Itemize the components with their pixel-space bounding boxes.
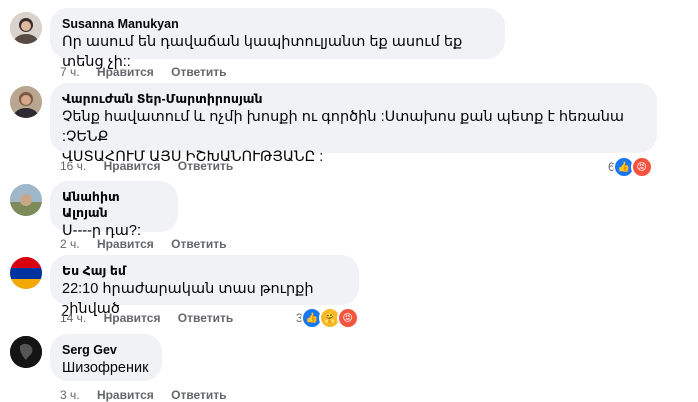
avatar[interactable]	[10, 257, 42, 289]
comment-time[interactable]: 3 ч.	[60, 388, 80, 402]
reply-button[interactable]: Ответить	[171, 237, 226, 251]
comment-author[interactable]: Serg Gev	[62, 342, 150, 358]
comment-actions: 14 ч. Нравится Ответить	[60, 311, 247, 325]
like-button[interactable]: Нравится	[104, 311, 161, 325]
comment-bubble: Անահիտ Ալոյան Ս----ր դա?:	[50, 181, 178, 239]
comment-actions: 7 ч. Нравится Ответить	[60, 65, 241, 79]
comment-time[interactable]: 16 ч.	[60, 159, 86, 173]
like-button[interactable]: Нравится	[104, 159, 161, 173]
like-button[interactable]: Нравится	[97, 388, 154, 402]
comment-time[interactable]: 14 ч.	[60, 311, 86, 325]
comment-actions: 3 ч. Нравится Ответить	[60, 388, 241, 402]
angry-icon: 😡	[336, 307, 359, 329]
comment-author[interactable]: Վարուժան Տեր-Մարտիրոսյան	[62, 91, 645, 107]
comment-bubble: Ես Հայ եմ 22:10 հրաժարական տաս թուրքի շի…	[50, 255, 359, 317]
comment-bubble: Serg Gev Шизофреник	[50, 334, 162, 381]
avatar[interactable]	[10, 12, 42, 44]
comment-bubble: Վարուժան Տեր-Մարտիրոսյան Չենք հավատում և…	[50, 83, 657, 165]
angry-icon: 😡	[630, 156, 653, 178]
reactions-summary[interactable]: 6 👍 😡	[608, 156, 653, 178]
reply-button[interactable]: Ответить	[178, 311, 233, 325]
avatar[interactable]	[10, 184, 42, 216]
reactions-summary[interactable]: 3 👍 🤗 😡	[296, 307, 359, 329]
comment-time[interactable]: 2 ч.	[60, 237, 80, 251]
comment-author[interactable]: Անահիտ Ալոյան	[62, 189, 166, 221]
like-button[interactable]: Нравится	[97, 237, 154, 251]
comment-actions: 16 ч. Нравится Ответить	[60, 159, 247, 173]
reply-button[interactable]: Ответить	[171, 65, 226, 79]
avatar[interactable]	[10, 336, 42, 368]
like-button[interactable]: Нравится	[97, 65, 154, 79]
reply-button[interactable]: Ответить	[178, 159, 233, 173]
comment-author[interactable]: Susanna Manukyan	[62, 16, 493, 32]
comment-time[interactable]: 7 ч.	[60, 65, 80, 79]
comment-text: Չենք հավատում և ոչմի խոսքի ու գործին :Ստ…	[62, 109, 625, 165]
avatar[interactable]	[10, 86, 42, 118]
reply-button[interactable]: Ответить	[171, 388, 226, 402]
comment-text: Шизофреник	[62, 360, 149, 376]
comment-author[interactable]: Ես Հայ եմ	[62, 263, 347, 279]
comment-actions: 2 ч. Нравится Ответить	[60, 237, 241, 251]
comment-bubble: Susanna Manukyan Որ ասում են դավաճան կապ…	[50, 8, 505, 70]
